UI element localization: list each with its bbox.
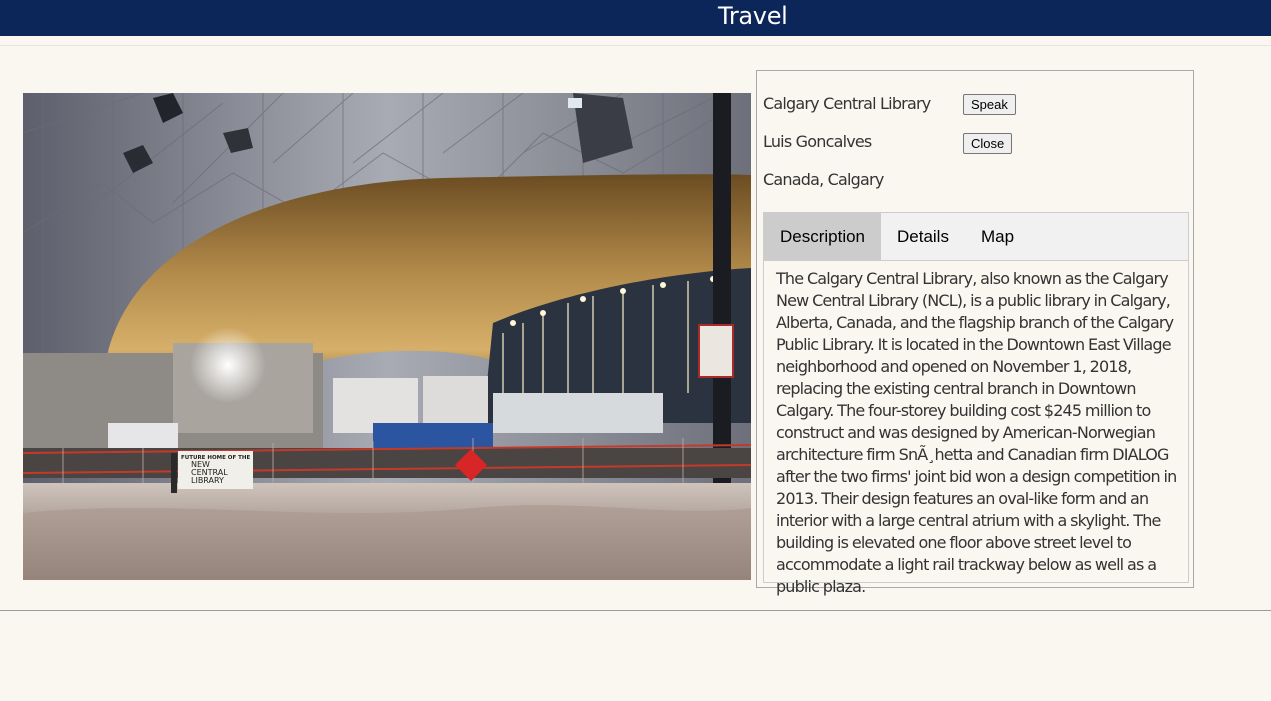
info-panel: Calgary Central Library Speak Luis Gonca… (756, 70, 1194, 596)
footer-divider (0, 610, 1271, 611)
app-header: Travel (0, 0, 1271, 36)
location-text: Canada, Calgary (763, 170, 884, 189)
tab-bar: Description Details Map (764, 213, 1188, 261)
tabs-container: Description Details Map The Calgary Cent… (763, 212, 1189, 596)
page-title: Travel (718, 2, 788, 30)
tab-map[interactable]: Map (981, 213, 1014, 261)
author-name: Luis Goncalves (763, 132, 872, 151)
library-sign-line4: LIBRARY (191, 476, 224, 485)
close-button[interactable]: Close (963, 133, 1013, 154)
tab-description[interactable]: Description (764, 213, 881, 261)
speak-button[interactable]: Speak (963, 94, 1016, 115)
description-text: The Calgary Central Library, also known … (776, 269, 1177, 596)
tab-details[interactable]: Details (897, 213, 949, 261)
place-name: Calgary Central Library (763, 94, 931, 113)
header-divider (0, 45, 1271, 46)
library-photo: FUTURE HOME OF THE NEW CENTRAL LIBRARY (23, 93, 751, 580)
